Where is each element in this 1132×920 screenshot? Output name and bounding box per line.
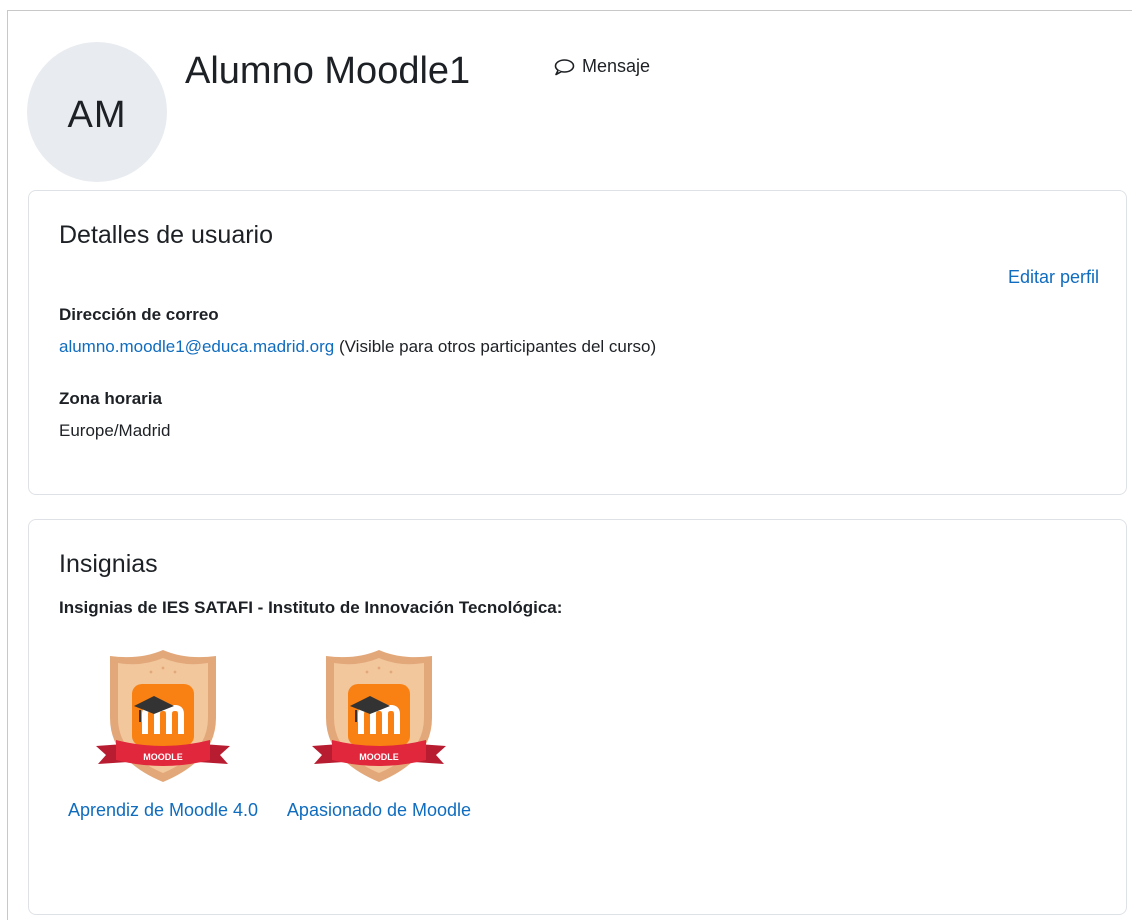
page-title: Alumno Moodle1 — [185, 50, 471, 92]
badge-item[interactable]: MOODLE Aprendiz de Moodle 4.0 — [63, 648, 263, 824]
badge-name-link[interactable]: Apasionado de Moodle — [279, 796, 479, 824]
message-label: Mensaje — [582, 56, 651, 76]
moodle-badge-icon[interactable]: MOODLE — [88, 648, 238, 784]
avatar: AM — [27, 42, 167, 182]
edit-profile-link[interactable]: Editar perfil — [1008, 267, 1099, 288]
avatar-initials: AM — [67, 93, 127, 136]
badge-ribbon-text: MOODLE — [143, 752, 183, 762]
email-label: Dirección de correo — [59, 305, 219, 324]
badge-name-link[interactable]: Aprendiz de Moodle 4.0 — [63, 796, 263, 824]
user-details-card: Detalles de usuario Editar perfil Direcc… — [28, 190, 1127, 495]
timezone-label: Zona horaria — [59, 389, 162, 408]
badge-ribbon-text: MOODLE — [359, 752, 399, 762]
email-link[interactable]: alumno.moodle1@educa.madrid.org — [59, 337, 334, 356]
email-value: alumno.moodle1@educa.madrid.org (Visible… — [59, 337, 656, 357]
badges-course-heading: Insignias de IES SATAFI - Instituto de I… — [59, 598, 563, 617]
message-button[interactable]: Mensaje — [553, 56, 650, 77]
user-details-title: Detalles de usuario — [59, 221, 274, 249]
badges-title: Insignias — [59, 550, 158, 578]
moodle-badge-icon[interactable]: MOODLE — [304, 648, 454, 784]
badges-card: Insignias Insignias de IES SATAFI - Inst… — [28, 519, 1127, 915]
badge-item[interactable]: MOODLE Apasionado de Moodle — [279, 648, 479, 824]
timezone-value: Europe/Madrid — [59, 421, 171, 440]
email-visibility-note: (Visible para otros participantes del cu… — [334, 337, 657, 356]
chat-bubble-icon — [554, 58, 575, 75]
